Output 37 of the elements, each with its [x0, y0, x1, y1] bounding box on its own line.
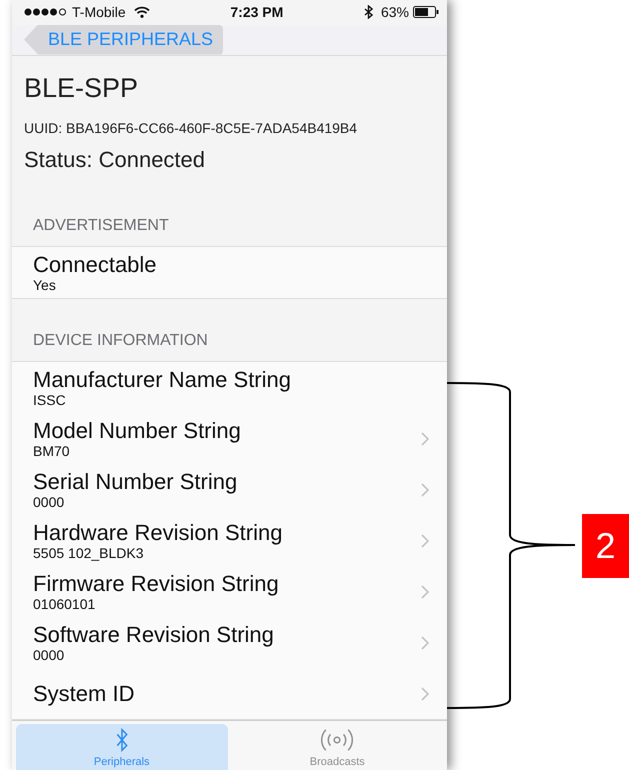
device-uuid: UUID: BBA196F6-CC66-460F-8C5E-7ADA54B419B4	[24, 119, 358, 138]
row-title: Hardware Revision String	[33, 520, 284, 544]
section-header: ADVERTISEMENT	[32, 216, 170, 236]
row-value: ISSC	[33, 392, 67, 408]
row-value: 0000	[33, 494, 66, 510]
row-title: Model Number String	[33, 418, 242, 442]
list-row[interactable]: Firmware Revision String 01060101	[12, 566, 447, 617]
row-title: Manufacturer Name String	[33, 366, 292, 392]
list-row[interactable]: Connectable Yes	[12, 247, 447, 298]
row-title: Software Revision String	[33, 622, 275, 646]
list-row[interactable]: Manufacturer Name String ISSC	[12, 362, 447, 413]
device-name: BLE-SPP	[24, 72, 140, 104]
row-value: Yes	[33, 276, 57, 294]
wifi-icon	[134, 6, 150, 18]
carrier-name: T-Mobile	[72, 2, 126, 22]
list-row[interactable]: System ID	[12, 668, 447, 719]
list-row[interactable]: Software Revision String 0000	[12, 617, 447, 668]
signal-icon	[24, 8, 68, 16]
row-title: Firmware Revision String	[33, 570, 280, 596]
list-row[interactable]: Hardware Revision String 5505 102_BLDK3	[12, 515, 447, 566]
battery-percent: 63%	[380, 2, 410, 22]
row-value: 5505 102_BLDK3	[33, 544, 145, 562]
section-header: DEVICE INFORMATION	[32, 331, 209, 351]
list-row[interactable]: Serial Number String 0000	[12, 464, 447, 515]
row-value: 0000	[33, 646, 66, 664]
row-title: System ID	[33, 681, 136, 706]
callout-number: 2	[582, 514, 629, 578]
row-title: Connectable	[33, 252, 158, 276]
row-value: 01060101	[33, 596, 96, 612]
row-title: Serial Number String	[33, 468, 238, 494]
battery-icon	[413, 6, 440, 18]
list-row[interactable]: Model Number String BM70	[12, 413, 447, 464]
connection-status: Status: Connected	[24, 146, 206, 174]
clock-time: 7:23 PM	[230, 2, 284, 22]
row-value: BM70	[33, 442, 71, 460]
bluetooth-icon	[114, 726, 129, 754]
bluetooth-icon	[364, 5, 373, 20]
